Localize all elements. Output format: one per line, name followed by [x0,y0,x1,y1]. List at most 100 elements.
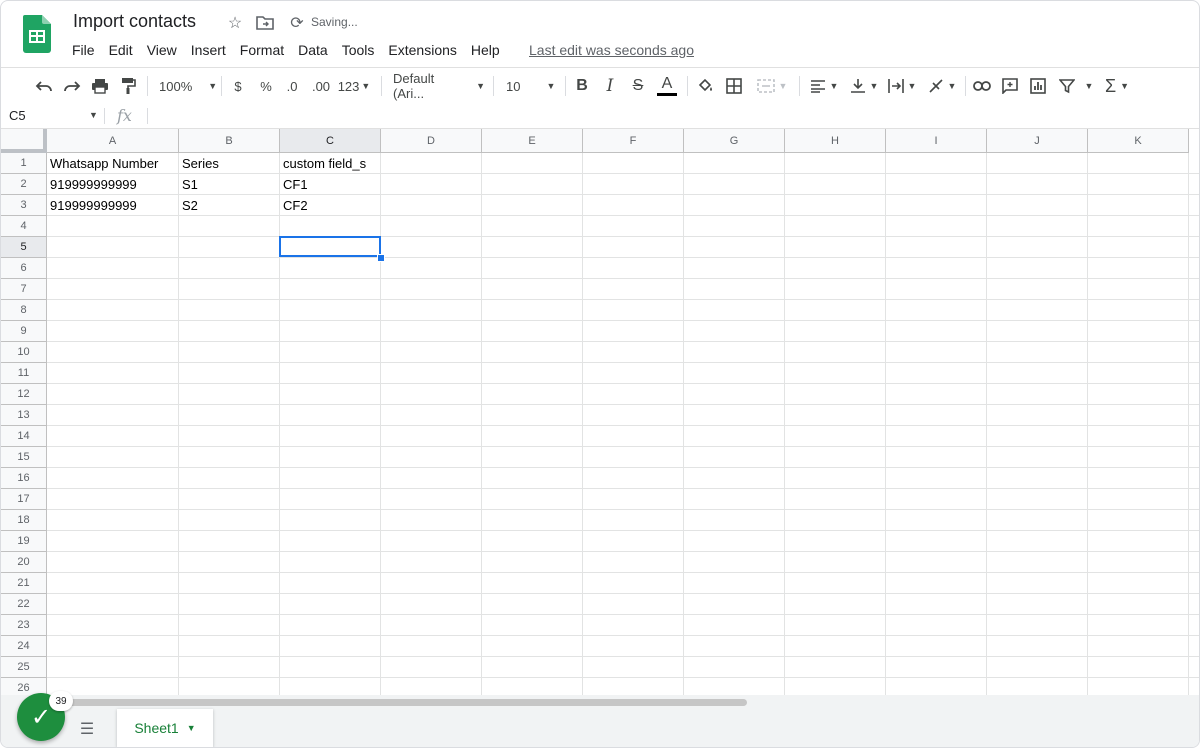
row-header-4[interactable]: 4 [1,216,47,237]
paint-format-icon[interactable] [117,74,139,98]
menu-extensions[interactable]: Extensions [381,41,463,61]
insert-link-icon[interactable] [971,74,993,98]
star-icon[interactable]: ☆ [225,13,245,33]
row-header-13[interactable]: 13 [1,405,47,426]
fill-color-icon[interactable] [695,74,717,98]
row-header-5[interactable]: 5 [1,237,47,258]
all-sheets-icon[interactable]: ☰ [77,719,97,739]
functions-icon[interactable]: Σ ▼ [1101,74,1133,98]
text-color-button[interactable]: A [655,74,679,98]
row-header-25[interactable]: 25 [1,657,47,678]
percent-button[interactable]: % [257,74,275,98]
row-header-10[interactable]: 10 [1,342,47,363]
column-header-c[interactable]: C [280,129,381,153]
row-header-16[interactable]: 16 [1,468,47,489]
filter-icon[interactable]: ▼ [1055,74,1097,98]
move-folder-icon[interactable] [255,13,275,33]
column-header-h[interactable]: H [785,129,886,153]
row-header-22[interactable]: 22 [1,594,47,615]
menu-file[interactable]: File [65,41,102,61]
redo-icon[interactable] [61,74,83,98]
chevron-down-icon[interactable]: ▼ [89,110,98,120]
row-header-12[interactable]: 12 [1,384,47,405]
sheets-logo-icon[interactable] [23,15,51,53]
menu-tools[interactable]: Tools [335,41,382,61]
text-wrap-icon[interactable]: ▼ [885,74,919,98]
row-header-21[interactable]: 21 [1,573,47,594]
row-header-8[interactable]: 8 [1,300,47,321]
cell-b2[interactable]: S1 [179,174,280,195]
undo-icon[interactable] [33,74,55,98]
currency-button[interactable]: $ [229,74,247,98]
row-header-19[interactable]: 19 [1,531,47,552]
cell-b1[interactable]: Series [179,153,280,174]
row-header-20[interactable]: 20 [1,552,47,573]
italic-button[interactable]: I [601,74,619,98]
cell-a3[interactable]: 919999999999 [47,195,179,216]
menu-help[interactable]: Help [464,41,507,61]
cell-c3[interactable]: CF2 [280,195,381,216]
last-edit-link[interactable]: Last edit was seconds ago [529,42,694,58]
cell-a2[interactable]: 919999999999 [47,174,179,195]
row-header-15[interactable]: 15 [1,447,47,468]
grid-row-line [47,278,1199,279]
increase-decimal-button[interactable]: .00 [309,74,333,98]
document-title[interactable]: Import contacts [73,11,196,32]
column-header-g[interactable]: G [684,129,785,153]
vertical-align-icon[interactable]: ▼ [847,74,881,98]
column-header-e[interactable]: E [482,129,583,153]
selected-cell-c5[interactable] [279,236,381,257]
menu-insert[interactable]: Insert [184,41,233,61]
column-header-k[interactable]: K [1088,129,1189,153]
strikethrough-button[interactable]: S [629,74,647,98]
row-header-23[interactable]: 23 [1,615,47,636]
formula-input[interactable] [153,108,1193,126]
merge-cells-icon[interactable]: ▼ [753,74,791,98]
borders-icon[interactable] [723,74,745,98]
cell-c1[interactable]: custom field_s [280,153,381,174]
spreadsheet-grid[interactable]: A B C D E F G H I J K 1 2 3 4 5 6 7 8 9 10 11 12 13 14 15 16 17 18 19… [1,129,1199,695]
row-header-24[interactable]: 24 [1,636,47,657]
column-header-i[interactable]: I [886,129,987,153]
menu-view[interactable]: View [140,41,184,61]
horizontal-align-icon[interactable]: ▼ [807,74,841,98]
column-header-b[interactable]: B [179,129,280,153]
sheet-tab-sheet1[interactable]: Sheet1 ▼ [117,709,213,747]
fill-handle[interactable] [377,254,385,262]
horizontal-scrollbar[interactable] [61,699,747,706]
row-header-17[interactable]: 17 [1,489,47,510]
cell-a1[interactable]: Whatsapp Number [47,153,179,174]
font-size-select[interactable]: 10 ▼ [506,74,558,98]
name-box[interactable]: C5 [9,108,26,123]
font-select[interactable]: Default (Ari... ▼ [393,71,485,101]
zoom-select[interactable]: 100% ▼ [159,74,217,98]
row-header-6[interactable]: 6 [1,258,47,279]
menu-edit[interactable]: Edit [102,41,140,61]
decrease-decimal-button[interactable]: .0 [281,74,303,98]
bold-button[interactable]: B [573,74,591,98]
row-header-9[interactable]: 9 [1,321,47,342]
text-rotation-icon[interactable]: ▼ [925,74,959,98]
select-all-corner[interactable] [1,129,47,153]
more-formats-button[interactable]: 123 ▼ [337,74,371,98]
menu-data[interactable]: Data [291,41,335,61]
column-header-d[interactable]: D [381,129,482,153]
row-header-2[interactable]: 2 [1,174,47,195]
cell-c2[interactable]: CF1 [280,174,381,195]
column-header-a[interactable]: A [47,129,179,153]
row-header-18[interactable]: 18 [1,510,47,531]
chevron-down-icon[interactable]: ▼ [187,723,196,733]
column-header-f[interactable]: F [583,129,684,153]
row-header-1[interactable]: 1 [1,153,47,174]
cell-b3[interactable]: S2 [179,195,280,216]
print-icon[interactable] [89,74,111,98]
menu-format[interactable]: Format [233,41,291,61]
row-header-11[interactable]: 11 [1,363,47,384]
insert-comment-icon[interactable] [999,74,1021,98]
row-header-3[interactable]: 3 [1,195,47,216]
insert-chart-icon[interactable] [1027,74,1049,98]
chevron-down-icon: ▼ [778,81,788,91]
column-header-j[interactable]: J [987,129,1088,153]
row-header-14[interactable]: 14 [1,426,47,447]
row-header-7[interactable]: 7 [1,279,47,300]
